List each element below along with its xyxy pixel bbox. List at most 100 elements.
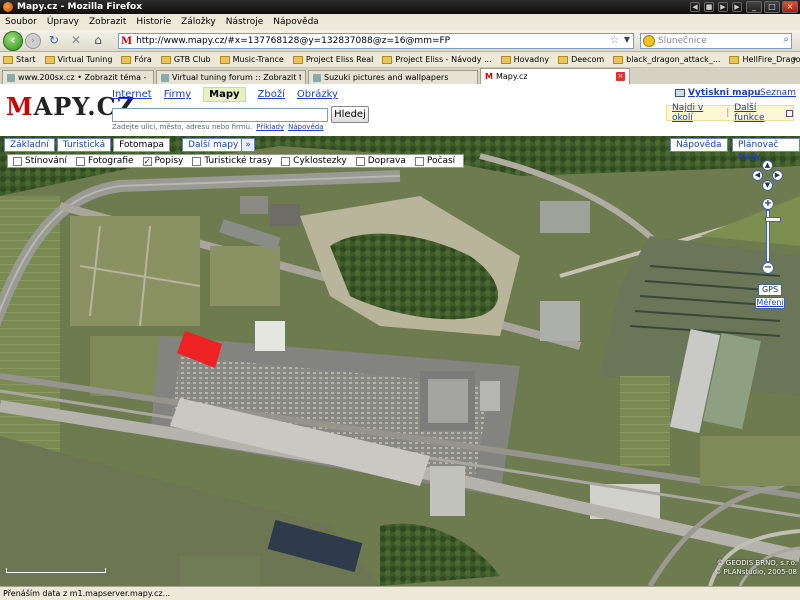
menu-item-2[interactable]: Zobrazit <box>89 17 126 27</box>
bookmark-item[interactable]: Project Eliss - Návody ... <box>382 55 492 64</box>
layer-checkbox[interactable] <box>192 156 202 166</box>
print-map-link[interactable]: Vytiskni mapu <box>675 88 761 98</box>
media-prev-icon[interactable]: ◀ <box>690 2 700 12</box>
bookmark-item[interactable]: black_dragon_attack_... <box>613 55 720 64</box>
printer-icon <box>675 88 685 97</box>
more-maps-arrow-icon[interactable]: » <box>241 139 254 151</box>
site-nav-item[interactable]: Firmy <box>164 89 191 102</box>
search-hint: Zadejte ulici, město, adresu nebo firmu.… <box>112 123 324 131</box>
search-button[interactable]: Hledej <box>331 106 369 123</box>
window-buttons: _ □ × <box>746 1 798 13</box>
tools-box: Najdi v okolí | Další funkce <box>666 103 794 123</box>
bookmark-item[interactable]: HellFire_Dragon_by_... <box>729 55 800 64</box>
layer-checkbox[interactable] <box>355 156 365 166</box>
layer-option[interactable]: Turistické trasy <box>192 156 272 166</box>
tab-favicon-icon <box>161 73 169 82</box>
address-dropdown-icon[interactable]: ▼ <box>624 35 630 44</box>
layer-label: Doprava <box>367 156 406 166</box>
layer-checkbox[interactable]: ✓ <box>142 156 152 166</box>
layer-option[interactable]: Fotografie <box>76 156 134 166</box>
map-type-button[interactable]: Základní <box>4 138 55 152</box>
forward-button[interactable]: › <box>25 32 41 49</box>
menu-item-3[interactable]: Historie <box>136 17 171 27</box>
stop-icon[interactable]: ✕ <box>67 32 85 50</box>
menu-item-4[interactable]: Záložky <box>181 17 216 27</box>
bookmark-item[interactable]: Deecom <box>558 55 604 64</box>
zoom-in-button[interactable]: + <box>762 198 774 210</box>
map-help-button[interactable]: Nápověda <box>670 138 728 152</box>
layer-option[interactable]: ✓ Popisy <box>142 156 183 166</box>
bookmark-item[interactable]: Virtual Tuning <box>44 55 112 64</box>
layer-option[interactable]: Počasí <box>414 156 455 166</box>
browser-tab[interactable]: M Mapy.cz × <box>480 68 630 84</box>
search-icon[interactable]: ⌕ <box>783 34 789 45</box>
minimize-button[interactable]: _ <box>746 1 762 13</box>
layer-checkbox[interactable] <box>76 156 85 166</box>
zoom-out-button[interactable]: − <box>762 262 774 274</box>
bookmarks-more-button[interactable]: » <box>792 54 797 63</box>
reload-icon[interactable]: ↻ <box>45 32 63 50</box>
zoom-slider-track[interactable] <box>765 210 781 262</box>
bookmark-item[interactable]: Hovadny <box>500 55 549 64</box>
zoom-slider-handle[interactable] <box>765 217 781 222</box>
media-next-icon[interactable]: ▶ <box>732 2 742 12</box>
bookmark-item[interactable]: Fóra <box>121 55 152 64</box>
more-functions-link[interactable]: Další funkce <box>734 103 783 123</box>
close-window-button[interactable]: × <box>782 1 798 13</box>
map-type-button[interactable]: Fotomapa <box>113 138 171 152</box>
site-navigation: Internet Firmy Mapy Zboží Obrázky <box>112 87 350 102</box>
pan-up-icon[interactable]: ▲ <box>762 160 773 171</box>
more-maps-button[interactable]: Další mapy» <box>182 138 255 152</box>
bookmark-folder-icon <box>613 55 624 64</box>
media-play-icon[interactable]: ▶ <box>718 2 728 12</box>
route-planner-button[interactable]: Plánovač trasy <box>732 138 800 162</box>
pan-down-icon[interactable]: ▼ <box>762 180 773 191</box>
media-controls: ◀ ■ ▶ ▶ <box>690 2 742 12</box>
search-box[interactable]: Slunečnice ⌕ <box>640 33 792 49</box>
menu-item-1[interactable]: Úpravy <box>47 17 79 27</box>
map-type-button[interactable]: Turistická <box>56 138 112 152</box>
pan-left-icon[interactable]: ◀ <box>752 170 763 181</box>
help-link[interactable]: Nápověda <box>288 123 323 131</box>
site-nav-item[interactable]: Internet <box>112 89 152 102</box>
layer-option[interactable]: Cyklostezky <box>281 156 347 166</box>
menu-item-5[interactable]: Nástroje <box>226 17 264 27</box>
address-bar[interactable]: M http://www.mapy.cz/#x=137768128@y=1328… <box>118 33 634 49</box>
menu-item-0[interactable]: Soubor <box>5 17 37 27</box>
site-nav-item[interactable]: Zboží <box>258 89 285 102</box>
maximize-button[interactable]: □ <box>764 1 780 13</box>
examples-link[interactable]: Příklady <box>256 123 284 131</box>
home-icon[interactable]: ⌂ <box>89 32 107 50</box>
bookmark-star-icon[interactable]: ☆ <box>610 35 619 46</box>
site-nav-item[interactable]: Mapy <box>203 87 246 102</box>
menu-item-6[interactable]: Nápověda <box>273 17 319 27</box>
browser-tab[interactable]: Suzuki pictures and wallpapers <box>308 70 478 84</box>
layer-checkbox[interactable] <box>13 156 22 166</box>
bookmark-item[interactable]: Start <box>3 55 36 64</box>
bookmark-item[interactable]: Project Eliss Real <box>292 55 373 64</box>
bookmark-item[interactable]: Music-Trance <box>219 55 284 64</box>
search-engine-icon[interactable] <box>643 35 655 47</box>
layer-option[interactable]: Doprava <box>355 156 406 166</box>
page-header: MAPY.CZ Internet Firmy Mapy Zboží Obrázky Hl… <box>0 84 800 136</box>
gps-button[interactable]: GPS <box>758 284 782 296</box>
find-nearby-link[interactable]: Najdi v okolí <box>672 103 720 123</box>
measure-button[interactable]: Měření <box>755 297 785 309</box>
browser-tab[interactable]: www.200sx.cz • Zobrazit téma - Masar... <box>2 70 154 84</box>
layer-label: Turistické trasy <box>204 156 273 166</box>
bookmark-item[interactable]: GTB Club <box>160 55 211 64</box>
bookmark-folder-icon <box>729 55 740 64</box>
layer-checkbox[interactable] <box>414 156 424 166</box>
seznam-link[interactable]: Seznam <box>760 88 796 98</box>
map-search-input[interactable] <box>112 108 328 122</box>
browser-tab[interactable]: Virtual tuning forum :: Zobrazit téma - … <box>156 70 306 84</box>
site-nav-item[interactable]: Obrázky <box>297 89 338 102</box>
layer-option[interactable]: Stínování <box>13 156 67 166</box>
pan-right-icon[interactable]: ▶ <box>772 170 783 181</box>
layer-label: Cyklostezky <box>293 156 347 166</box>
back-button[interactable]: ‹ <box>3 30 23 51</box>
aerial-map[interactable] <box>0 136 800 586</box>
media-stop-icon[interactable]: ■ <box>704 2 714 12</box>
close-tab-icon[interactable]: × <box>616 72 625 81</box>
layer-checkbox[interactable] <box>281 156 291 166</box>
